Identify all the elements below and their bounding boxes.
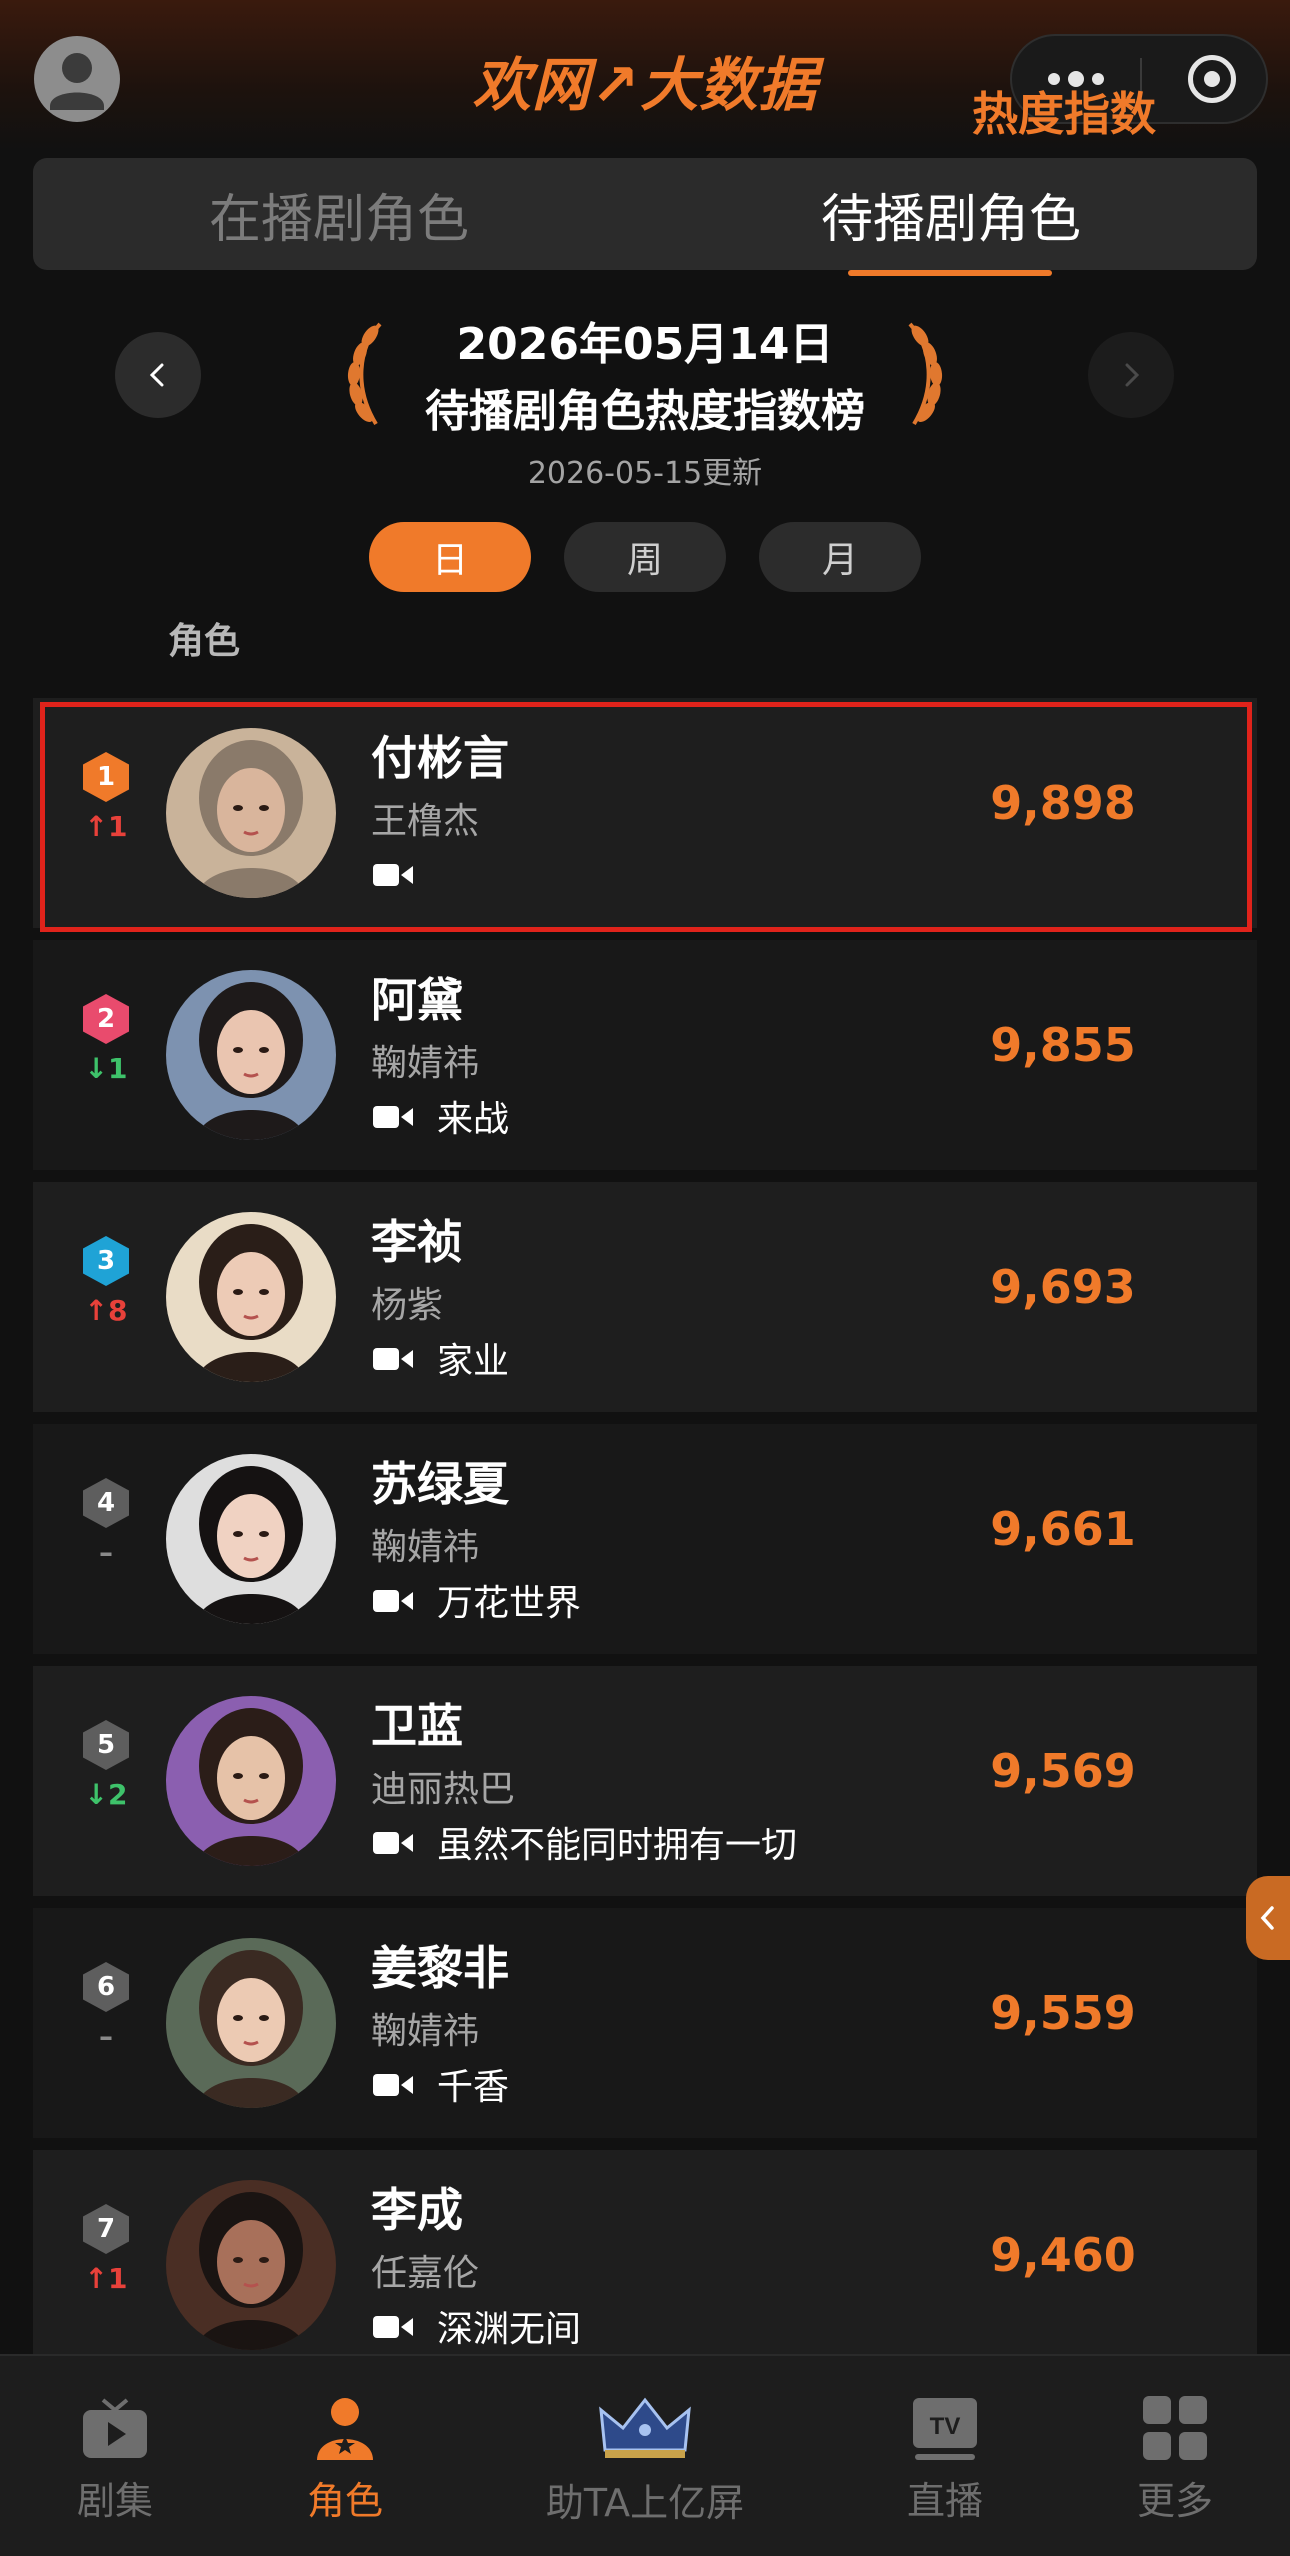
character-name: 苏绿夏 — [371, 1457, 509, 1511]
crown-icon — [599, 2397, 691, 2458]
drama-title: 深渊无间 — [437, 2309, 582, 2350]
close-target-icon[interactable] — [1188, 55, 1236, 103]
character-name: 卫蓝 — [371, 1699, 463, 1753]
active-tab-indicator — [848, 270, 1052, 276]
character-portrait — [166, 1938, 336, 2108]
heat-score: 9,855 — [990, 1018, 1136, 1072]
drama-title: 来战 — [437, 1099, 510, 1140]
rank-badge: 2 — [83, 994, 129, 1044]
character-portrait — [166, 728, 336, 898]
actor-name: 鞠婧祎 — [371, 1043, 480, 1084]
ranking-title: 待播剧角色热度指数榜 — [425, 386, 865, 437]
character-name: 李祯 — [371, 1215, 463, 1269]
role-icon — [317, 2398, 373, 2460]
nav-more[interactable]: 更多 — [1115, 2356, 1235, 2556]
actor-name: 鞠婧祎 — [371, 2011, 480, 2052]
rank-change: ↑1 — [84, 810, 128, 843]
bottom-navigation: 剧集 角色 助TA上亿屏 TV 直播 更多 — [0, 2354, 1290, 2556]
ranking-date: 2026年05月14日 — [456, 319, 834, 370]
rank-badge: 4 — [83, 1478, 129, 1528]
nav-promote[interactable]: 助TA上亿屏 — [500, 2356, 790, 2556]
drama-title: 虽然不能同时拥有一切 — [437, 1825, 798, 1866]
period-month-button[interactable]: 月 — [759, 522, 921, 592]
rank-badge: 5 — [83, 1720, 129, 1770]
rank-change: ↓1 — [84, 1052, 128, 1085]
character-name: 李成 — [371, 2183, 463, 2237]
period-day-button[interactable]: 日 — [369, 522, 531, 592]
character-name: 阿黛 — [371, 973, 463, 1027]
actor-name: 迪丽热巴 — [371, 1769, 516, 1810]
rank-badge: 1 — [83, 752, 129, 802]
character-portrait — [166, 2180, 336, 2350]
tab-upcoming-roles[interactable]: 待播剧角色 — [645, 158, 1257, 270]
actor-name: 杨紫 — [371, 1285, 444, 1326]
character-portrait — [166, 1454, 336, 1624]
video-icon — [373, 1106, 413, 1128]
nav-label: 直播 — [906, 2479, 983, 2523]
rank-change: ↓2 — [84, 1778, 128, 1811]
actor-name: 王橹杰 — [371, 801, 480, 842]
ranking-row[interactable]: 4 – 苏绿夏鞠婧祎万花世界 9,661 — [33, 1424, 1257, 1654]
tab-airing-roles[interactable]: 在播剧角色 — [33, 158, 645, 270]
rank-change: – — [99, 2020, 113, 2053]
actor-name: 任嘉伦 — [371, 2253, 480, 2294]
character-portrait — [166, 970, 336, 1140]
heat-score: 9,460 — [990, 2228, 1136, 2282]
rank-badge: 3 — [83, 1236, 129, 1286]
drama-title: 家业 — [437, 1341, 510, 1382]
video-icon — [373, 1590, 413, 1612]
character-portrait — [166, 1696, 336, 1866]
character-name: 姜黎非 — [371, 1941, 509, 1995]
video-icon — [373, 2316, 413, 2338]
side-expand-button[interactable] — [1246, 1876, 1290, 1960]
nav-live[interactable]: TV 直播 — [885, 2356, 1005, 2556]
character-name: 付彬言 — [371, 731, 509, 785]
nav-label: 更多 — [1136, 2479, 1213, 2523]
nav-label: 剧集 — [76, 2479, 153, 2523]
rank-change: ↑8 — [84, 1294, 128, 1327]
update-time: 2026-05-15更新 — [527, 456, 763, 491]
role-tabs: 在播剧角色 待播剧角色 — [33, 158, 1257, 270]
column-header-role: 角色 — [168, 621, 241, 662]
heat-score: 9,559 — [990, 1986, 1136, 2040]
video-icon — [373, 864, 413, 886]
drama-title: 千香 — [437, 2067, 510, 2108]
ranking-row[interactable]: 2 ↓1 阿黛鞠婧祎来战 9,855 — [33, 940, 1257, 1170]
rank-change: ↑1 — [84, 2262, 128, 2295]
nav-label: 助TA上亿屏 — [545, 2481, 745, 2525]
nav-role[interactable]: 角色 — [285, 2356, 405, 2556]
grid-icon — [1143, 2396, 1207, 2460]
play-icon — [83, 2398, 147, 2458]
rank-change: – — [99, 1536, 113, 1569]
drama-title: 万花世界 — [437, 1583, 582, 1624]
svg-text:TV: TV — [930, 2413, 961, 2440]
column-header-score: 热度指数 — [972, 87, 1156, 141]
video-icon — [373, 1348, 413, 1370]
nav-label: 角色 — [306, 2479, 383, 2523]
ranking-row[interactable]: 1 ↑1 付彬言王橹杰 9,898 — [33, 698, 1257, 928]
ranking-row[interactable]: 6 – 姜黎非鞠婧祎千香 9,559 — [33, 1908, 1257, 2138]
heat-score: 9,661 — [990, 1502, 1136, 1556]
rank-badge: 6 — [83, 1962, 129, 2012]
ranking-row[interactable]: 7 ↑1 李成任嘉伦深渊无间 9,460 — [33, 2150, 1257, 2380]
chevron-left-icon — [1260, 1906, 1274, 1930]
period-week-button[interactable]: 周 — [564, 522, 726, 592]
character-portrait — [166, 1212, 336, 1382]
heat-score: 9,569 — [990, 1744, 1136, 1798]
nav-series[interactable]: 剧集 — [55, 2356, 175, 2556]
ranking-row[interactable]: 5 ↓2 卫蓝迪丽热巴虽然不能同时拥有一切 9,569 — [33, 1666, 1257, 1896]
heat-score: 9,693 — [990, 1260, 1136, 1314]
actor-name: 鞠婧祎 — [371, 1527, 480, 1568]
rank-badge: 7 — [83, 2204, 129, 2254]
heat-score: 9,898 — [990, 776, 1136, 830]
video-icon — [373, 2074, 413, 2096]
ranking-row[interactable]: 3 ↑8 李祯杨紫家业 9,693 — [33, 1182, 1257, 1412]
tv-icon: TV — [913, 2398, 977, 2460]
video-icon — [373, 1832, 413, 1854]
